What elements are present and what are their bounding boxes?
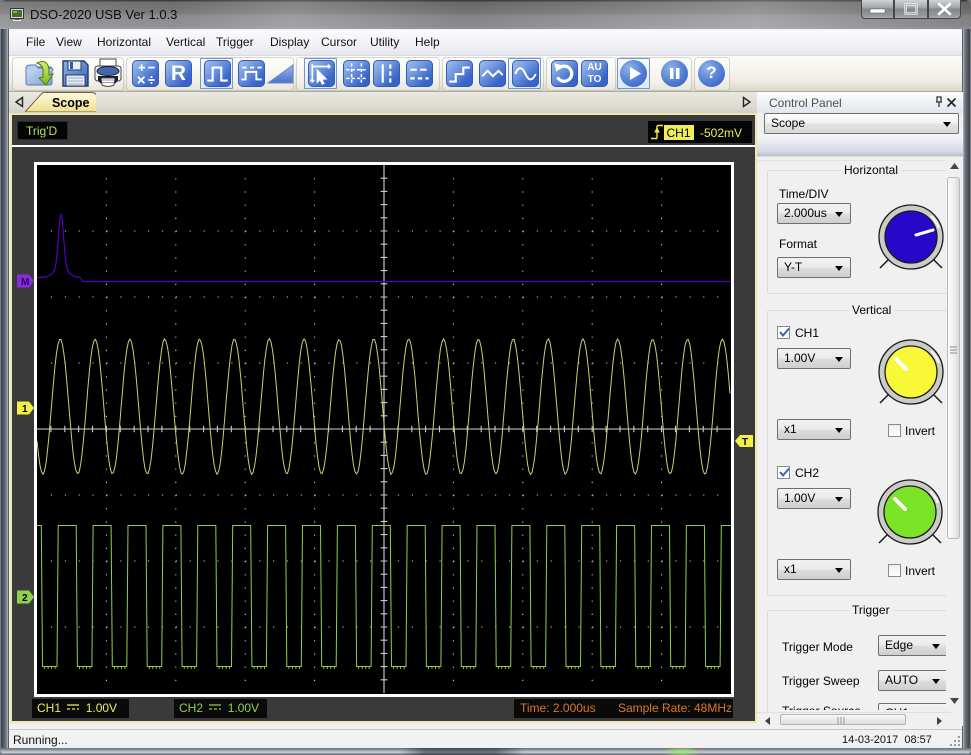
svg-text:T: T	[742, 437, 748, 448]
svg-text:-502mV: -502mV	[700, 126, 742, 140]
svg-text:M: M	[21, 277, 29, 288]
svg-text:Scope: Scope	[52, 96, 90, 110]
svg-text:1: 1	[22, 404, 28, 415]
svg-text:2: 2	[22, 593, 28, 604]
svg-text:CH1: CH1	[667, 126, 691, 140]
